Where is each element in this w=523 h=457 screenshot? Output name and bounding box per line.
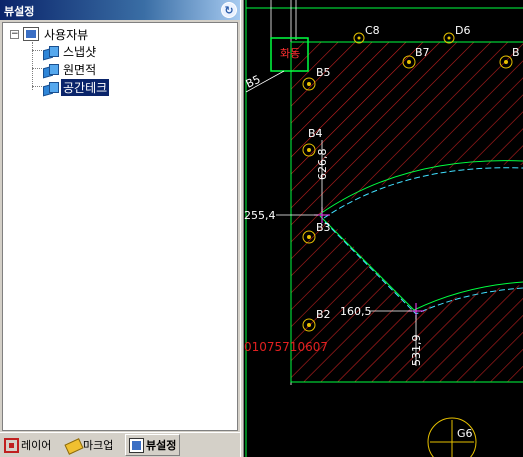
layer-icon <box>4 437 19 453</box>
tree-node-space-tech[interactable]: 공간테크 <box>42 78 110 96</box>
wall-tag: B5 <box>244 73 262 91</box>
tree-guide <box>32 50 42 51</box>
point-label: B7 <box>415 46 430 59</box>
refresh-icon[interactable]: ↻ <box>221 2 237 18</box>
cad-viewport[interactable]: 화동 B5 C8 D6 B7 B B5 B4 B3 B2 G6 626,8 25… <box>244 0 523 457</box>
point-g6: G6 <box>427 417 477 457</box>
tab-label: 마크업 <box>83 439 114 452</box>
tree-node-snapshot[interactable]: 스냅샷 <box>42 43 98 59</box>
panel-title: 뷰설정 <box>4 5 35 18</box>
dimension-horizontal-lower: 160,5 <box>340 305 372 318</box>
point-label: B5 <box>316 66 331 79</box>
panel-tabs: 레이어 마크업 뷰설정 <box>0 432 240 457</box>
dimension-horizontal-upper: 255,4 <box>244 209 276 222</box>
tree-node-label: 공간테크 <box>61 78 110 96</box>
point-label: B4 <box>308 127 323 140</box>
view-settings-panel: 뷰설정 ↻ ⊟ − 사용자뷰 스냅샷 원면적 <box>0 0 240 457</box>
dimension-vertical-upper: 626,8 <box>316 149 329 181</box>
view-icon <box>42 80 59 94</box>
tab-layer[interactable]: 레이어 <box>1 434 54 456</box>
tree-node-label: 사용자뷰 <box>44 27 89 42</box>
view-root-icon <box>23 27 39 41</box>
hatched-area <box>291 42 523 382</box>
point-label: B2 <box>316 308 331 321</box>
point-c8: C8 <box>353 24 380 44</box>
tree-node-label: 스냅샷 <box>63 44 97 59</box>
point-label: B3 <box>316 221 331 234</box>
point-label: G6 <box>457 427 473 440</box>
tree-node-user-views[interactable]: 사용자뷰 <box>23 26 90 42</box>
view-settings-icon <box>129 437 144 453</box>
room-label: 화동 <box>280 47 300 60</box>
view-tree[interactable]: ⊟ − 사용자뷰 스냅샷 원면적 공간테크 <box>2 22 238 431</box>
tab-label: 레이어 <box>21 439 52 452</box>
panel-titlebar: 뷰설정 ↻ <box>0 0 240 20</box>
point-label: C8 <box>365 24 380 37</box>
cad-drawing[interactable]: 화동 B5 C8 D6 B7 B B5 B4 B3 B2 G6 626,8 25… <box>244 0 523 457</box>
point-label: D6 <box>455 24 470 37</box>
tab-markup[interactable]: 마크업 <box>63 434 116 456</box>
point-label: B <box>512 46 520 59</box>
app-root: 뷰설정 ↻ ⊟ − 사용자뷰 스냅샷 원면적 <box>0 0 523 457</box>
tab-label: 뷰설정 <box>146 439 177 452</box>
tree-guide <box>32 68 42 69</box>
tree-guide <box>32 86 42 87</box>
collapse-icon[interactable]: − <box>10 30 19 39</box>
markup-icon <box>66 438 81 453</box>
point-d6: D6 <box>443 24 470 44</box>
dimension-vertical-lower: 531,9 <box>410 335 423 367</box>
tab-view-settings[interactable]: 뷰설정 <box>125 434 181 456</box>
tree-node-original-area[interactable]: 원면적 <box>42 61 98 77</box>
phone-number-text: 01075710607 <box>244 340 328 354</box>
tree-node-label: 원면적 <box>63 62 97 77</box>
view-icon <box>42 62 59 76</box>
view-icon <box>42 44 59 58</box>
